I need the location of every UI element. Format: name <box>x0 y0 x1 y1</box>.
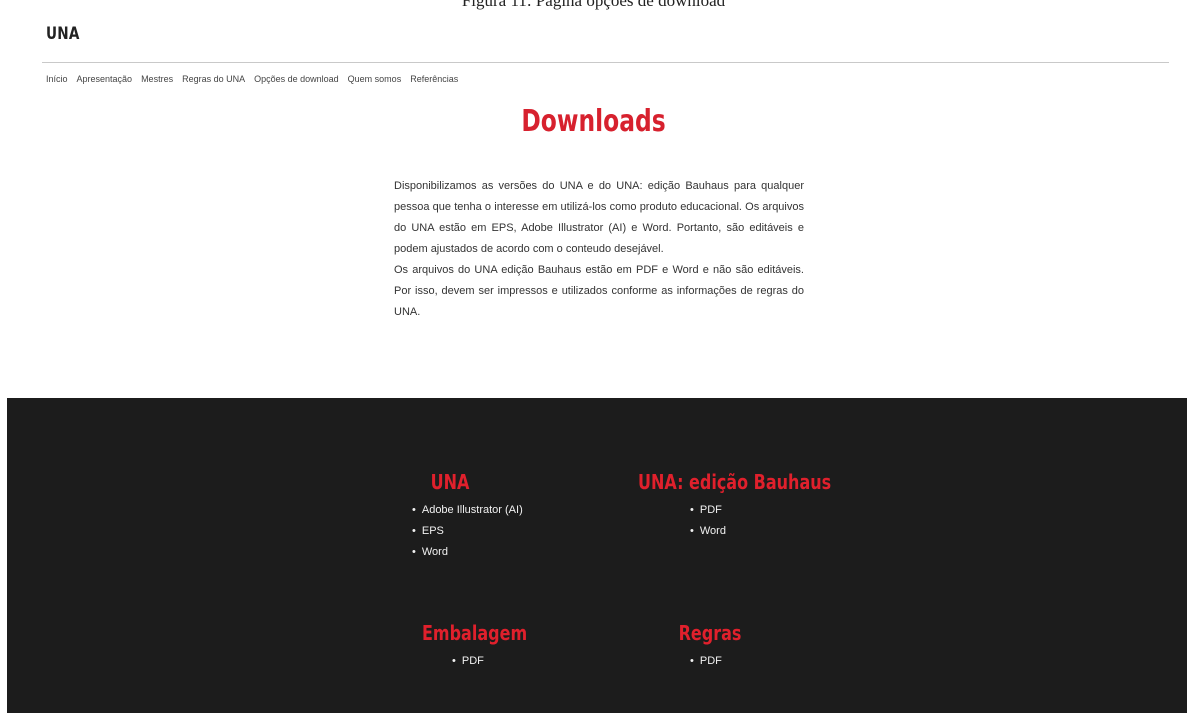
site-brand[interactable]: UNA <box>46 24 80 44</box>
section-una: UNA Adobe Illustrator (AI) EPS Word <box>390 470 523 563</box>
nav-regras-do-una[interactable]: Regras do UNA <box>182 74 245 84</box>
section-bauhaus-list: PDF Word <box>690 500 800 542</box>
document-caption-fragment: Figura 11: Página opções de download <box>461 0 726 10</box>
section-regras-list: PDF <box>690 651 770 672</box>
download-regras-pdf[interactable]: PDF <box>690 651 770 672</box>
download-una-word[interactable]: Word <box>412 542 523 563</box>
downloads-panel: UNA Adobe Illustrator (AI) EPS Word UNA:… <box>7 398 1187 713</box>
intro-paragraph-2: Os arquivos do UNA edição Bauhaus estão … <box>394 264 804 318</box>
section-regras: Regras PDF <box>650 621 770 672</box>
section-embalagem-title: Embalagem <box>422 621 528 645</box>
section-bauhaus: UNA: edição Bauhaus PDF Word <box>620 470 832 542</box>
section-una-title: UNA <box>430 470 470 494</box>
nav-inicio[interactable]: Início <box>46 74 68 84</box>
nav-referencias[interactable]: Referências <box>410 74 458 84</box>
download-una-eps[interactable]: EPS <box>412 521 523 542</box>
nav-apresentacao[interactable]: Apresentação <box>77 74 133 84</box>
download-bauhaus-pdf[interactable]: PDF <box>690 500 800 521</box>
nav-opcoes-de-download[interactable]: Opções de download <box>254 74 339 84</box>
section-embalagem-list: PDF <box>452 651 530 672</box>
main-nav: Início Apresentação Mestres Regras do UN… <box>46 74 458 84</box>
download-embalagem-pdf[interactable]: PDF <box>452 651 530 672</box>
section-regras-title: Regras <box>678 621 742 645</box>
header-divider <box>42 62 1169 63</box>
nav-mestres[interactable]: Mestres <box>141 74 173 84</box>
download-una-ai[interactable]: Adobe Illustrator (AI) <box>412 500 523 521</box>
intro-text: Disponibilizamos as versões do UNA e do … <box>394 176 804 323</box>
section-embalagem: Embalagem PDF <box>410 621 530 672</box>
page-title: Downloads <box>521 104 666 139</box>
intro-paragraph-1: Disponibilizamos as versões do UNA e do … <box>394 180 804 255</box>
section-bauhaus-title: UNA: edição Bauhaus <box>638 470 832 494</box>
section-una-list: Adobe Illustrator (AI) EPS Word <box>412 500 523 563</box>
nav-quem-somos[interactable]: Quem somos <box>348 74 402 84</box>
download-bauhaus-word[interactable]: Word <box>690 521 800 542</box>
